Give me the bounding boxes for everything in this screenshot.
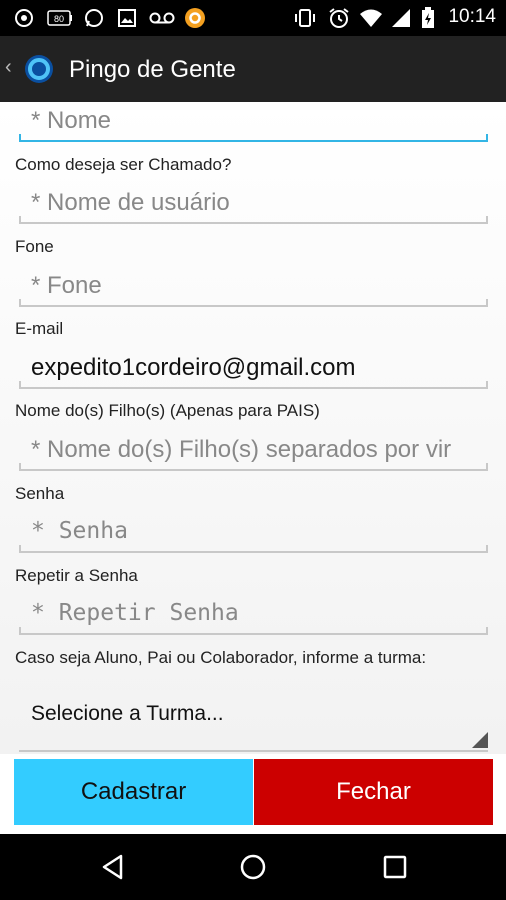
nome-usuario-field[interactable]: * Nome de usuário xyxy=(19,184,488,224)
home-circle-icon[interactable] xyxy=(238,852,268,882)
filhos-label: Nome do(s) Filho(s) (Apenas para PAIS) xyxy=(15,401,320,420)
status-bar: 80 10:14 xyxy=(0,0,506,36)
signal-icon xyxy=(390,8,412,28)
fone-field[interactable]: * Fone xyxy=(19,267,488,307)
chevron-left-icon[interactable]: ‹ xyxy=(5,56,12,79)
fechar-button[interactable]: Fechar xyxy=(254,759,493,825)
vibrate-icon xyxy=(292,8,318,28)
repetir-senha-placeholder: * Repetir Senha xyxy=(31,600,239,626)
nome-usuario-placeholder: * Nome de usuário xyxy=(31,189,230,216)
action-bar: ‹ Pingo de Gente xyxy=(0,36,506,102)
image-icon xyxy=(116,8,138,28)
senha-label: Senha xyxy=(15,484,65,503)
email-field[interactable]: expedito1cordeiro@gmail.com xyxy=(19,349,488,389)
turma-label: Caso seja Aluno, Pai ou Colaborador, inf… xyxy=(15,648,427,667)
filhos-placeholder: * Nome do(s) Filho(s) separados por vir xyxy=(31,436,452,463)
filhos-field[interactable]: * Nome do(s) Filho(s) separados por vir xyxy=(19,431,488,471)
email-value: expedito1cordeiro@gmail.com xyxy=(31,354,356,381)
fone-placeholder: * Fone xyxy=(31,272,102,299)
senha-field[interactable]: * Senha xyxy=(19,513,488,553)
svg-text:80: 80 xyxy=(54,14,64,24)
repetir-senha-field[interactable]: * Repetir Senha xyxy=(19,595,488,635)
battery-80-icon: 80 xyxy=(46,8,74,28)
voicemail-icon xyxy=(148,8,176,28)
chrome-icon xyxy=(12,8,36,28)
turma-select[interactable]: Selecione a Turma... xyxy=(19,682,488,752)
whatsapp-icon xyxy=(82,8,106,28)
dropdown-corner-icon xyxy=(472,732,488,748)
apelido-label: Como deseja ser Chamado? xyxy=(15,155,232,174)
app-notification-icon xyxy=(183,8,207,28)
cadastrar-button[interactable]: Cadastrar xyxy=(14,759,253,825)
repetir-senha-label: Repetir a Senha xyxy=(15,566,138,585)
nome-placeholder: * Nome xyxy=(31,107,112,134)
senha-placeholder: * Senha xyxy=(31,518,128,544)
app-logo-icon[interactable] xyxy=(23,53,55,85)
navigation-bar xyxy=(0,834,506,900)
nome-field[interactable]: * Nome xyxy=(19,102,488,142)
wifi-icon xyxy=(358,8,384,28)
clock: 10:14 xyxy=(448,6,496,27)
turma-selected: Selecione a Turma... xyxy=(31,702,224,725)
alarm-icon xyxy=(327,8,351,28)
registration-form: * Nome Como deseja ser Chamado? * Nome d… xyxy=(0,102,506,754)
back-triangle-icon[interactable] xyxy=(98,852,128,882)
battery-charging-icon xyxy=(419,7,437,28)
recents-square-icon[interactable] xyxy=(380,852,410,882)
fone-label: Fone xyxy=(15,237,54,256)
page-title: Pingo de Gente xyxy=(69,56,236,83)
email-label: E-mail xyxy=(15,319,64,338)
